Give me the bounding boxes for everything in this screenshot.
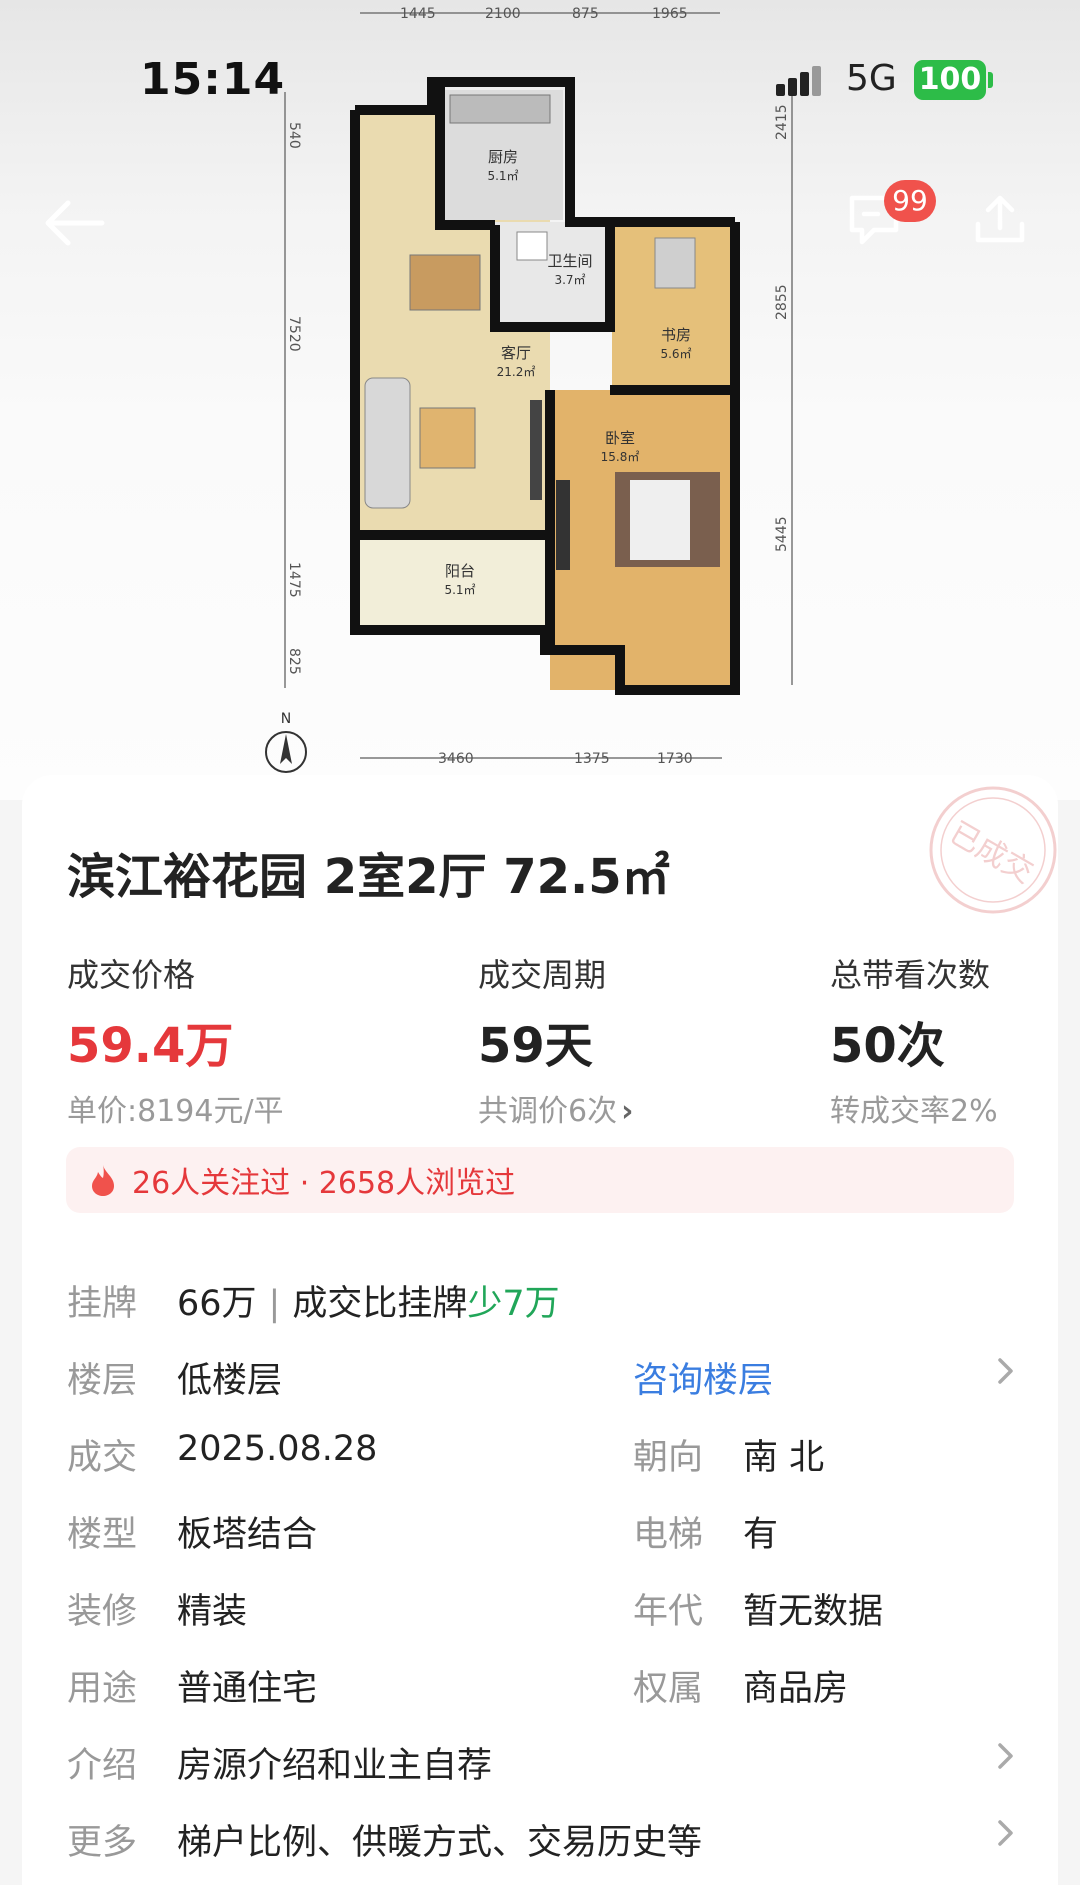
stat-deal-price: 成交价格 59.4万 单价:8194元/平	[67, 950, 284, 1130]
chevron-right-icon[interactable]	[995, 1816, 1017, 1850]
info-label: 用途	[67, 1669, 138, 1709]
compare-diff: 少7万	[467, 1284, 560, 1324]
stat-viewings: 总带看次数 50次 转成交率2%	[830, 950, 998, 1130]
info-value: 梯户比例、供暖方式、交易历史等	[177, 1823, 703, 1863]
info-label: 楼层	[67, 1361, 138, 1401]
arrow-left-icon[interactable]	[40, 198, 110, 248]
compass-icon: N	[265, 711, 307, 773]
dim-right-2: 2855	[774, 284, 790, 320]
stat-deal-cycle[interactable]: 成交周期 59天 共调价6次 ›	[478, 950, 633, 1130]
room-study-name: 书房	[661, 326, 691, 344]
dim-bottom-2: 1375	[574, 751, 610, 767]
chevron-right-icon[interactable]	[995, 1354, 1017, 1388]
info-label: 成交	[67, 1438, 138, 1478]
dim-right-3: 5445	[774, 516, 790, 552]
info-value: 2025.08.28	[177, 1429, 378, 1469]
dim-bottom-1: 3460	[438, 751, 474, 767]
floorplan-image: 1445 2100 875 1965 540 7520 1475 825 241…	[265, 6, 793, 773]
room-kitchen-name: 厨房	[488, 148, 518, 166]
info-label: 权属	[633, 1669, 704, 1709]
dim-left-4: 825	[286, 648, 302, 675]
room-living-area: 21.2㎡	[497, 365, 536, 379]
info-value: 有	[743, 1515, 779, 1555]
dim-bottom-3: 1730	[657, 751, 693, 767]
dim-top-2: 2100	[485, 6, 521, 22]
stat-value: 50次	[830, 1018, 945, 1074]
message-badge: 99	[884, 180, 936, 222]
dim-top-4: 1965	[652, 6, 688, 22]
info-row-building-type: 楼型 板塔结合 电梯 有	[67, 1506, 1027, 1566]
info-label: 介绍	[67, 1746, 138, 1786]
battery-tip	[988, 72, 993, 88]
info-value: 普通住宅	[177, 1669, 318, 1709]
room-living-name: 客厅	[501, 344, 531, 362]
info-row-deal-date: 成交 2025.08.28 朝向 南 北	[67, 1429, 1027, 1489]
listing-card: 已成交 滨江裕花园 2室2厅 72.5㎡ 成交价格 59.4万 单价:8194元…	[22, 775, 1058, 1885]
stat-sub: 转成交率2%	[830, 1094, 998, 1129]
floorplan-area[interactable]: 1445 2100 875 1965 540 7520 1475 825 241…	[0, 0, 1080, 800]
stat-sub: 单价:8194元/平	[67, 1094, 284, 1129]
room-balcony-name: 阳台	[445, 562, 475, 580]
dim-left-2: 7520	[286, 316, 302, 352]
popularity-bar: 26人关注过 · 2658人浏览过	[66, 1147, 1014, 1213]
battery-icon: 100	[914, 60, 986, 100]
info-row-usage: 用途 普通住宅 权属 商品房	[67, 1660, 1027, 1720]
dim-top-1: 1445	[400, 6, 436, 22]
chevron-right-icon: ›	[621, 1094, 634, 1129]
popularity-text: 26人关注过 · 2658人浏览过	[132, 1166, 516, 1201]
compare-text: 成交比挂牌	[292, 1284, 468, 1324]
stat-label: 成交价格	[67, 956, 196, 994]
info-label: 楼型	[67, 1515, 138, 1555]
info-value: 低楼层	[177, 1361, 283, 1401]
info-value: 暂无数据	[743, 1592, 884, 1632]
info-value: 商品房	[743, 1669, 849, 1709]
info-value: 66万 | 成交比挂牌少7万	[177, 1275, 560, 1326]
stat-label: 成交周期	[478, 956, 607, 994]
info-label: 挂牌	[67, 1284, 138, 1324]
price-adjust-link[interactable]: 共调价6次 ›	[478, 1086, 633, 1130]
sold-stamp-text: 已成交	[944, 815, 1039, 890]
info-row-more[interactable]: 更多 梯户比例、供暖方式、交易历史等	[67, 1814, 1027, 1874]
chevron-right-icon[interactable]	[995, 1739, 1017, 1773]
info-row-decoration: 装修 精装 年代 暂无数据	[67, 1583, 1027, 1643]
room-bath-area: 3.7㎡	[554, 273, 585, 287]
listing-title: 滨江裕花园 2室2厅 72.5㎡	[67, 849, 670, 905]
room-bedroom-name: 卧室	[605, 429, 635, 447]
room-bedroom-area: 15.8㎡	[601, 450, 640, 464]
dim-right-1: 2415	[774, 104, 790, 140]
info-label: 电梯	[633, 1515, 704, 1555]
dim-left-3: 1475	[286, 562, 302, 598]
info-label: 更多	[67, 1823, 138, 1863]
info-label: 装修	[67, 1592, 138, 1632]
stat-sub-text: 共调价6次	[478, 1094, 618, 1129]
status-time: 15:14	[140, 54, 286, 105]
room-study-area: 5.6㎡	[660, 347, 691, 361]
sold-stamp: 已成交	[929, 786, 1057, 914]
listing-price: 66万	[177, 1284, 257, 1324]
info-value: 精装	[177, 1592, 248, 1632]
stat-value: 59.4万	[67, 1018, 234, 1074]
stat-label: 总带看次数	[830, 956, 991, 994]
compass-label: N	[281, 711, 291, 727]
info-row-listing: 挂牌 66万 | 成交比挂牌少7万	[67, 1275, 1027, 1335]
info-row-floor[interactable]: 楼层 低楼层 咨询楼层	[67, 1352, 1027, 1412]
info-label: 年代	[633, 1592, 704, 1632]
info-label: 朝向	[633, 1438, 704, 1478]
room-kitchen-area: 5.1㎡	[487, 169, 518, 183]
dim-left-1: 540	[286, 122, 302, 149]
info-row-intro[interactable]: 介绍 房源介绍和业主自荐	[67, 1737, 1027, 1797]
fire-icon	[92, 1165, 114, 1196]
signal-icon	[776, 66, 821, 96]
share-upload-icon[interactable]	[970, 190, 1030, 250]
info-value: 房源介绍和业主自荐	[177, 1746, 493, 1786]
dim-top-3: 875	[572, 6, 599, 22]
divider: |	[268, 1284, 281, 1324]
info-value: 板塔结合	[177, 1515, 318, 1555]
room-bath-name: 卫生间	[547, 252, 592, 270]
consult-floor-link[interactable]: 咨询楼层	[633, 1352, 773, 1403]
room-balcony-area: 5.1㎡	[444, 583, 475, 597]
network-type: 5G	[846, 58, 897, 99]
stat-value: 59天	[478, 1018, 593, 1074]
info-value: 南 北	[743, 1438, 825, 1478]
